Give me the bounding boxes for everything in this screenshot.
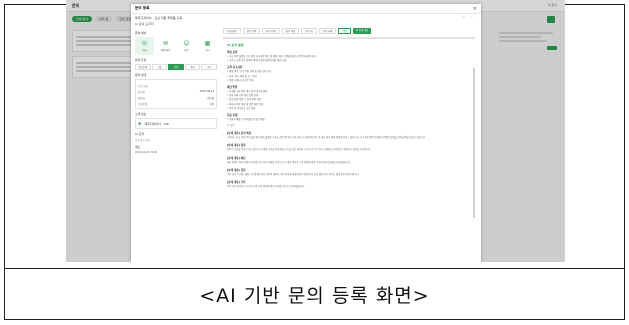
- category-selector: 일반문의 기술 견적 계약 기타: [135, 64, 217, 70]
- detail-heading: [상세 내용] 연동: [227, 168, 246, 172]
- chat-icon: ✉: [162, 40, 169, 47]
- section-label: AI 요약: [135, 132, 144, 136]
- save-button[interactable]: 저장: [338, 28, 351, 34]
- result-tab[interactable]: 상세 내용: [223, 28, 241, 34]
- result-subheading: 제안 방향: [227, 86, 238, 90]
- category-option[interactable]: 계약: [184, 64, 201, 70]
- result-line: 연동 범위 확정 후 상세 견적 제공: [227, 98, 475, 101]
- result-line: 일정: 하반기 내 오픈 목표: [227, 79, 475, 82]
- customer-name: 제주디자이너: [144, 121, 161, 126]
- result-line: 데이터 이관 절차 및 검증 계획 안내: [227, 103, 475, 106]
- section-label: 문의 유형: [135, 58, 147, 62]
- detail-paragraph: 고객사는 신규 직원 온보딩을 위한 통합 플랫폼 구축을 검토 중이며, 기존…: [227, 136, 426, 140]
- ai-answer-button[interactable]: AI 답변 생성: [352, 28, 372, 34]
- detail-paragraph: 예산 범위는 아직 확정되지 않았으며, 유사 사례를 기반으로 한 예상 비용…: [227, 160, 351, 164]
- status-label: 진행 현황: [138, 85, 148, 88]
- memo-row: 2024.06.01 09:00: [135, 151, 217, 154]
- channel-selector: ☏ 전화 ✉ 메일/채팅 ☺ 방문 ▦ 기타: [135, 37, 217, 55]
- channel-label: 전화: [142, 49, 147, 52]
- section-label: 고객 정보: [135, 112, 147, 116]
- result-line: 기존 시스템 연동 범위와 데이터 이관 방안에 대한 확인 요청: [227, 59, 475, 62]
- result-line: 담당자 배정 후 1영업일 내 회신 예정: [227, 118, 475, 121]
- modal-title: 문의 등록: [135, 6, 150, 10]
- result-line: 단계별 구축 방안 제시 및 우선순위 협의: [227, 90, 475, 93]
- channel-option-other[interactable]: ▦ 기타: [198, 37, 217, 55]
- detail-paragraph: 하반기 오픈을 목표로 하고 있으며, 단계별 구축을 통해 핵심 기능을 우선…: [227, 148, 372, 152]
- result-subheading: 다음 단계: [227, 114, 238, 118]
- inquiry-modal: 문의 등록 × 제주디자이너 · 신규 직원 플랫폼 구축 ⤢ ⋯ AI 문의 …: [131, 4, 481, 262]
- result-tab[interactable]: 처리 이력: [262, 28, 280, 34]
- star-icon: ✱: [138, 121, 142, 126]
- channel-label: 기타: [205, 49, 210, 52]
- kv-value: 보통: [209, 103, 214, 106]
- result-tab[interactable]: 관련 문의: [242, 28, 261, 34]
- detail-heading: [상세 내용] 문의 배경: [227, 132, 252, 136]
- detail-heading: [상세 내용] 일정: [227, 144, 246, 148]
- detail-heading: [상세 내용] 기타: [227, 181, 246, 185]
- status-box: 진행 현황 접수일 2024.06.01 담당자 김담당 우선순위 보통: [135, 79, 217, 109]
- customer-box[interactable]: ✱ 제주디자이너 VIP: [135, 118, 217, 129]
- panel-divider: [223, 37, 475, 39]
- ai-summary-note: 요약 결과 확인: [135, 139, 150, 142]
- section-label: 메모: [135, 145, 141, 149]
- kv-row: 담당자 김담당: [138, 96, 214, 100]
- result-line: 계정 관리: 신규 직원 등록 및 권한 관리 기능: [227, 70, 475, 73]
- kv-value: 2024.06.01: [199, 90, 214, 93]
- kv-row: 접수일 2024.06.01: [138, 90, 214, 94]
- ai-generated-note: AI 생성: [227, 124, 235, 128]
- category-option[interactable]: 견적: [168, 64, 184, 70]
- customer-row: ✱ 제주디자이너 VIP: [138, 121, 214, 126]
- channel-option-visit[interactable]: ☺ 방문: [177, 37, 196, 55]
- result-line: 신규 직원 플랫폼 구축 관련 요구사항 정리 및 일정, 예산, 범위에 대한…: [227, 55, 475, 58]
- phone-icon: ☏: [140, 40, 149, 47]
- section-label: 문의 채널: [135, 31, 147, 35]
- scrollbar[interactable]: [473, 68, 475, 218]
- ai-assistant-toolbar[interactable]: AI 문의 도우미: [135, 22, 154, 26]
- customer-grade: VIP: [163, 121, 169, 126]
- result-tab[interactable]: 첨부 파일: [281, 28, 300, 34]
- result-heading: AI 분석 결과: [227, 43, 244, 47]
- detail-paragraph: 운영 이후 유지보수 조건과 교육 지원 범위에 대한 안내를 추가로 요청하였…: [227, 185, 305, 189]
- result-line: 보안: 접근 제어 및 로그 관리: [227, 75, 475, 78]
- result-subheading: 고객 요구사항: [227, 66, 243, 70]
- modal-header: 문의 등록 ×: [131, 4, 481, 14]
- detail-paragraph: 기존 인사 시스템, 메일 시스템과의 연동 여부와 데이터 이관 방식에 대해…: [227, 172, 360, 176]
- kv-key: 우선순위: [138, 103, 148, 106]
- expand-icon[interactable]: ⤢ ⋯: [462, 15, 475, 19]
- result-line: 유사 사례 기반 예산 범위 안내: [227, 94, 475, 97]
- ai-result-content: AI 분석 결과 핵심 요약 신규 직원 플랫폼 구축 관련 요구사항 정리 및…: [223, 43, 475, 188]
- close-icon[interactable]: ×: [473, 5, 477, 13]
- inquiry-form-panel: 문의 채널 ☏ 전화 ✉ 메일/채팅 ☺ 방문 ▦ 기타 문의 유형 일반문의 …: [135, 28, 217, 258]
- result-tabs: 상세 내용 관련 문의 처리 이력 첨부 파일 AI 분석 유사 사례 저장 A…: [223, 28, 475, 34]
- memo-value: 2024.06.01 09:00: [135, 151, 158, 154]
- screenshot: 문의 내 문의 전체 문의 처리 중 답변 완료 문의 등록 × 제주디자이너 …: [66, 0, 565, 262]
- result-tab[interactable]: 유사 사례: [318, 28, 337, 34]
- kv-key: 담당자: [138, 97, 145, 100]
- category-option[interactable]: 기술: [151, 64, 168, 70]
- channel-label: 방문: [184, 49, 189, 52]
- channel-label: 메일/채팅: [160, 49, 171, 52]
- section-label: 문의 상태: [135, 73, 147, 77]
- ai-result-panel: 상세 내용 관련 문의 처리 이력 첨부 파일 AI 분석 유사 사례 저장 A…: [223, 28, 475, 258]
- channel-option-phone[interactable]: ☏ 전화: [135, 37, 154, 55]
- channel-option-chat[interactable]: ✉ 메일/채팅: [156, 37, 175, 55]
- kv-value: 김담당: [207, 97, 214, 100]
- result-subheading: 핵심 요약: [227, 51, 238, 54]
- result-line: 운영 및 유지보수 조건 안내: [227, 107, 475, 110]
- person-icon: ☺: [183, 40, 190, 47]
- kv-key: 접수일: [138, 91, 145, 94]
- detail-heading: [상세 내용] 예산: [227, 156, 246, 160]
- grid-icon: ▦: [204, 40, 211, 47]
- category-option[interactable]: 일반문의: [135, 64, 151, 70]
- modal-subtitle: 제주디자이너 · 신규 직원 플랫폼 구축: [135, 16, 183, 20]
- kv-row: 우선순위 보통: [138, 102, 214, 106]
- category-option[interactable]: 기타: [201, 64, 217, 70]
- result-tab[interactable]: AI 분석: [301, 28, 317, 34]
- figure-caption: <AI 기반 문의 등록 화면>: [199, 285, 430, 307]
